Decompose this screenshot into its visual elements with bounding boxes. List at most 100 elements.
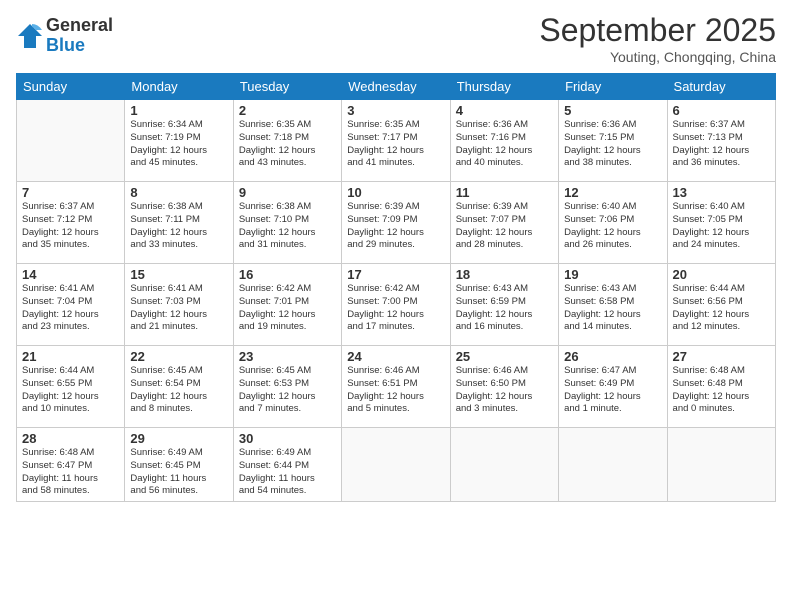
table-row: 21Sunrise: 6:44 AM Sunset: 6:55 PM Dayli… xyxy=(17,346,125,428)
day-info: Sunrise: 6:48 AM Sunset: 6:48 PM Dayligh… xyxy=(673,365,770,416)
day-info: Sunrise: 6:35 AM Sunset: 7:18 PM Dayligh… xyxy=(239,119,336,170)
table-row: 9Sunrise: 6:38 AM Sunset: 7:10 PM Daylig… xyxy=(233,182,341,264)
table-row: 5Sunrise: 6:36 AM Sunset: 7:15 PM Daylig… xyxy=(559,100,667,182)
table-row: 27Sunrise: 6:48 AM Sunset: 6:48 PM Dayli… xyxy=(667,346,775,428)
header-thursday: Thursday xyxy=(450,74,558,100)
day-number: 23 xyxy=(239,349,336,364)
day-info: Sunrise: 6:40 AM Sunset: 7:06 PM Dayligh… xyxy=(564,201,661,252)
table-row: 11Sunrise: 6:39 AM Sunset: 7:07 PM Dayli… xyxy=(450,182,558,264)
table-row: 20Sunrise: 6:44 AM Sunset: 6:56 PM Dayli… xyxy=(667,264,775,346)
day-number: 19 xyxy=(564,267,661,282)
table-row: 3Sunrise: 6:35 AM Sunset: 7:17 PM Daylig… xyxy=(342,100,450,182)
day-info: Sunrise: 6:38 AM Sunset: 7:10 PM Dayligh… xyxy=(239,201,336,252)
day-number: 30 xyxy=(239,431,336,446)
table-row: 29Sunrise: 6:49 AM Sunset: 6:45 PM Dayli… xyxy=(125,428,233,502)
weekday-header-row: Sunday Monday Tuesday Wednesday Thursday… xyxy=(17,74,776,100)
header-friday: Friday xyxy=(559,74,667,100)
day-info: Sunrise: 6:37 AM Sunset: 7:12 PM Dayligh… xyxy=(22,201,119,252)
day-number: 4 xyxy=(456,103,553,118)
day-number: 3 xyxy=(347,103,444,118)
day-info: Sunrise: 6:35 AM Sunset: 7:17 PM Dayligh… xyxy=(347,119,444,170)
calendar-table: Sunday Monday Tuesday Wednesday Thursday… xyxy=(16,73,776,502)
day-info: Sunrise: 6:46 AM Sunset: 6:50 PM Dayligh… xyxy=(456,365,553,416)
day-number: 18 xyxy=(456,267,553,282)
day-number: 15 xyxy=(130,267,227,282)
table-row: 23Sunrise: 6:45 AM Sunset: 6:53 PM Dayli… xyxy=(233,346,341,428)
table-row: 16Sunrise: 6:42 AM Sunset: 7:01 PM Dayli… xyxy=(233,264,341,346)
calendar-week-row: 7Sunrise: 6:37 AM Sunset: 7:12 PM Daylig… xyxy=(17,182,776,264)
day-info: Sunrise: 6:42 AM Sunset: 7:01 PM Dayligh… xyxy=(239,283,336,334)
table-row: 15Sunrise: 6:41 AM Sunset: 7:03 PM Dayli… xyxy=(125,264,233,346)
logo-text: General Blue xyxy=(46,16,113,56)
day-info: Sunrise: 6:49 AM Sunset: 6:44 PM Dayligh… xyxy=(239,447,336,498)
day-info: Sunrise: 6:37 AM Sunset: 7:13 PM Dayligh… xyxy=(673,119,770,170)
day-number: 1 xyxy=(130,103,227,118)
day-number: 6 xyxy=(673,103,770,118)
day-number: 22 xyxy=(130,349,227,364)
header-monday: Monday xyxy=(125,74,233,100)
table-row xyxy=(17,100,125,182)
day-info: Sunrise: 6:45 AM Sunset: 6:53 PM Dayligh… xyxy=(239,365,336,416)
table-row: 14Sunrise: 6:41 AM Sunset: 7:04 PM Dayli… xyxy=(17,264,125,346)
logo-general-text: General xyxy=(46,16,113,36)
day-number: 24 xyxy=(347,349,444,364)
table-row: 18Sunrise: 6:43 AM Sunset: 6:59 PM Dayli… xyxy=(450,264,558,346)
day-info: Sunrise: 6:47 AM Sunset: 6:49 PM Dayligh… xyxy=(564,365,661,416)
table-row: 30Sunrise: 6:49 AM Sunset: 6:44 PM Dayli… xyxy=(233,428,341,502)
header: General Blue September 2025 Youting, Cho… xyxy=(16,12,776,65)
table-row: 1Sunrise: 6:34 AM Sunset: 7:19 PM Daylig… xyxy=(125,100,233,182)
day-info: Sunrise: 6:44 AM Sunset: 6:56 PM Dayligh… xyxy=(673,283,770,334)
day-number: 27 xyxy=(673,349,770,364)
day-number: 16 xyxy=(239,267,336,282)
title-block: September 2025 Youting, Chongqing, China xyxy=(539,12,776,65)
day-number: 14 xyxy=(22,267,119,282)
calendar-week-row: 1Sunrise: 6:34 AM Sunset: 7:19 PM Daylig… xyxy=(17,100,776,182)
day-number: 8 xyxy=(130,185,227,200)
calendar-week-row: 21Sunrise: 6:44 AM Sunset: 6:55 PM Dayli… xyxy=(17,346,776,428)
day-info: Sunrise: 6:40 AM Sunset: 7:05 PM Dayligh… xyxy=(673,201,770,252)
day-info: Sunrise: 6:43 AM Sunset: 6:59 PM Dayligh… xyxy=(456,283,553,334)
logo-blue-text: Blue xyxy=(46,36,113,56)
day-info: Sunrise: 6:49 AM Sunset: 6:45 PM Dayligh… xyxy=(130,447,227,498)
table-row: 2Sunrise: 6:35 AM Sunset: 7:18 PM Daylig… xyxy=(233,100,341,182)
day-number: 7 xyxy=(22,185,119,200)
table-row: 17Sunrise: 6:42 AM Sunset: 7:00 PM Dayli… xyxy=(342,264,450,346)
table-row: 24Sunrise: 6:46 AM Sunset: 6:51 PM Dayli… xyxy=(342,346,450,428)
day-info: Sunrise: 6:34 AM Sunset: 7:19 PM Dayligh… xyxy=(130,119,227,170)
calendar-page: General Blue September 2025 Youting, Cho… xyxy=(0,0,792,612)
header-saturday: Saturday xyxy=(667,74,775,100)
location: Youting, Chongqing, China xyxy=(539,49,776,65)
header-wednesday: Wednesday xyxy=(342,74,450,100)
day-number: 17 xyxy=(347,267,444,282)
table-row: 10Sunrise: 6:39 AM Sunset: 7:09 PM Dayli… xyxy=(342,182,450,264)
day-number: 9 xyxy=(239,185,336,200)
day-number: 10 xyxy=(347,185,444,200)
day-number: 25 xyxy=(456,349,553,364)
header-sunday: Sunday xyxy=(17,74,125,100)
table-row: 6Sunrise: 6:37 AM Sunset: 7:13 PM Daylig… xyxy=(667,100,775,182)
table-row: 7Sunrise: 6:37 AM Sunset: 7:12 PM Daylig… xyxy=(17,182,125,264)
day-number: 2 xyxy=(239,103,336,118)
day-info: Sunrise: 6:46 AM Sunset: 6:51 PM Dayligh… xyxy=(347,365,444,416)
day-info: Sunrise: 6:39 AM Sunset: 7:07 PM Dayligh… xyxy=(456,201,553,252)
table-row: 25Sunrise: 6:46 AM Sunset: 6:50 PM Dayli… xyxy=(450,346,558,428)
table-row: 22Sunrise: 6:45 AM Sunset: 6:54 PM Dayli… xyxy=(125,346,233,428)
table-row: 4Sunrise: 6:36 AM Sunset: 7:16 PM Daylig… xyxy=(450,100,558,182)
header-tuesday: Tuesday xyxy=(233,74,341,100)
logo: General Blue xyxy=(16,16,113,56)
day-info: Sunrise: 6:45 AM Sunset: 6:54 PM Dayligh… xyxy=(130,365,227,416)
day-number: 5 xyxy=(564,103,661,118)
table-row xyxy=(667,428,775,502)
day-info: Sunrise: 6:38 AM Sunset: 7:11 PM Dayligh… xyxy=(130,201,227,252)
table-row xyxy=(450,428,558,502)
table-row xyxy=(342,428,450,502)
day-number: 28 xyxy=(22,431,119,446)
table-row xyxy=(559,428,667,502)
day-number: 20 xyxy=(673,267,770,282)
table-row: 19Sunrise: 6:43 AM Sunset: 6:58 PM Dayli… xyxy=(559,264,667,346)
day-number: 26 xyxy=(564,349,661,364)
table-row: 13Sunrise: 6:40 AM Sunset: 7:05 PM Dayli… xyxy=(667,182,775,264)
table-row: 8Sunrise: 6:38 AM Sunset: 7:11 PM Daylig… xyxy=(125,182,233,264)
day-number: 11 xyxy=(456,185,553,200)
day-number: 21 xyxy=(22,349,119,364)
